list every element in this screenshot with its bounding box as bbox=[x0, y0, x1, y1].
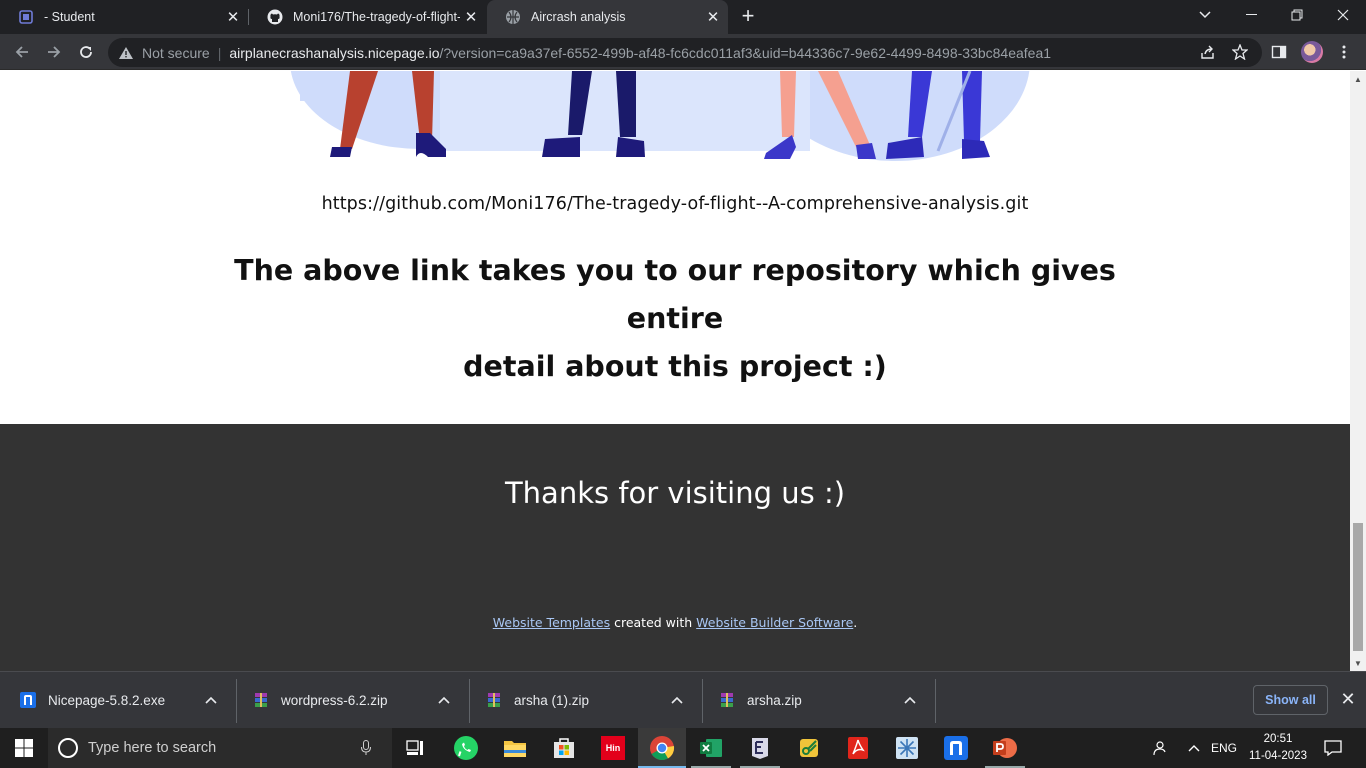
whatsapp-icon[interactable] bbox=[442, 728, 490, 768]
share-icon[interactable] bbox=[1196, 40, 1220, 64]
acrobat-icon[interactable] bbox=[834, 728, 882, 768]
globe-icon bbox=[505, 9, 521, 25]
divider bbox=[935, 679, 936, 723]
winrar-icon bbox=[255, 693, 267, 707]
people-illustration bbox=[290, 71, 1030, 161]
nicepage-icon bbox=[20, 692, 36, 708]
scrollbar-thumb[interactable] bbox=[1353, 523, 1363, 651]
scroll-down-arrow-icon[interactable]: ▼ bbox=[1350, 655, 1366, 671]
chevron-up-icon[interactable] bbox=[199, 696, 223, 704]
download-item[interactable]: arsha (1).zip bbox=[466, 672, 699, 728]
close-tab-icon[interactable]: ✕ bbox=[460, 6, 482, 28]
close-download-bar-icon[interactable]: ✕ bbox=[1336, 687, 1360, 711]
credits-period: . bbox=[853, 615, 858, 630]
powerpoint-icon[interactable] bbox=[981, 728, 1029, 768]
download-bar: Nicepage-5.8.2.exe wordpress-6.2.zip ars… bbox=[0, 671, 1366, 728]
notification-icon[interactable] bbox=[1318, 728, 1348, 768]
scroll-up-arrow-icon[interactable]: ▲ bbox=[1350, 71, 1366, 87]
tab-student[interactable]: - Student ✕ bbox=[0, 0, 248, 34]
download-filename: Nicepage-5.8.2.exe bbox=[48, 692, 166, 708]
download-filename: arsha.zip bbox=[747, 692, 802, 708]
repository-description-heading: The above link takes you to our reposito… bbox=[200, 247, 1150, 391]
microphone-icon[interactable] bbox=[356, 740, 376, 756]
search-placeholder: Type here to search bbox=[88, 740, 217, 756]
address-bar[interactable]: Not secure | airplanecrashanalysis.nicep… bbox=[108, 38, 1262, 67]
divider: | bbox=[217, 44, 222, 61]
tab-github[interactable]: Moni176/The-tragedy-of-flight-- ✕ bbox=[249, 0, 486, 34]
repository-link[interactable]: https://github.com/Moni176/The-tragedy-o… bbox=[0, 194, 1350, 214]
people-icon[interactable] bbox=[1146, 728, 1172, 768]
github-icon bbox=[267, 9, 283, 25]
side-panel-icon[interactable] bbox=[1267, 40, 1291, 64]
download-item[interactable]: Nicepage-5.8.2.exe bbox=[0, 672, 233, 728]
headline-line-2: detail about this project :) bbox=[463, 350, 887, 383]
language-indicator[interactable]: ENG bbox=[1206, 728, 1242, 768]
winrar-icon bbox=[488, 693, 500, 707]
hin-app-icon[interactable]: Hin bbox=[589, 728, 637, 768]
footer-credits: Website Templates created with Website B… bbox=[0, 615, 1350, 630]
url-path: /?version=ca9a37ef-6552-499b-af48-fc6cdc… bbox=[439, 44, 1052, 61]
chrome-icon[interactable] bbox=[638, 728, 686, 768]
download-filename: arsha (1).zip bbox=[514, 692, 590, 708]
headline-line-1: The above link takes you to our reposito… bbox=[234, 254, 1116, 335]
file-explorer-icon[interactable] bbox=[491, 728, 539, 768]
cortana-icon bbox=[58, 738, 78, 758]
security-label[interactable]: Not secure bbox=[142, 45, 210, 61]
windows-logo-icon bbox=[15, 739, 33, 757]
website-builder-link[interactable]: Website Builder Software bbox=[696, 615, 853, 630]
tab-title: Moni176/The-tragedy-of-flight-- bbox=[293, 10, 460, 24]
windows-taskbar: Type here to search Hin ENG 20:51 11-04-… bbox=[0, 728, 1366, 768]
tab-title: - Student bbox=[44, 10, 95, 24]
browser-toolbar: Not secure | airplanecrashanalysis.nicep… bbox=[0, 34, 1366, 70]
page-scrollbar[interactable]: ▲ ▼ bbox=[1350, 71, 1366, 671]
close-tab-icon[interactable]: ✕ bbox=[222, 6, 244, 28]
warning-icon[interactable] bbox=[118, 46, 134, 60]
show-all-downloads-button[interactable]: Show all bbox=[1253, 685, 1328, 715]
close-tab-icon[interactable]: ✕ bbox=[702, 6, 724, 28]
clock-time: 20:51 bbox=[1263, 733, 1293, 745]
thanks-message: Thanks for visiting us :) bbox=[504, 476, 846, 510]
page-content: https://github.com/Moni176/The-tragedy-o… bbox=[0, 71, 1350, 671]
tab-title: Aircrash analysis bbox=[531, 10, 626, 24]
restore-button[interactable] bbox=[1274, 0, 1320, 30]
windows-start-button[interactable] bbox=[0, 728, 48, 768]
back-button[interactable] bbox=[8, 38, 36, 66]
download-filename: wordpress-6.2.zip bbox=[281, 692, 388, 708]
snipping-tool-icon[interactable] bbox=[785, 728, 833, 768]
epic-app-icon[interactable] bbox=[736, 728, 784, 768]
chevron-up-icon[interactable] bbox=[1182, 728, 1206, 768]
snowflake-app-icon[interactable] bbox=[883, 728, 931, 768]
tab-aircrash-analysis[interactable]: Aircrash analysis ✕ bbox=[487, 0, 728, 34]
bookmark-star-icon[interactable] bbox=[1228, 40, 1252, 64]
website-templates-link[interactable]: Website Templates bbox=[493, 615, 610, 630]
chevron-up-icon[interactable] bbox=[665, 696, 689, 704]
tab-search-chevron-icon[interactable] bbox=[1182, 0, 1228, 30]
profile-avatar[interactable] bbox=[1301, 41, 1323, 63]
chevron-up-icon[interactable] bbox=[432, 696, 456, 704]
minimize-button[interactable] bbox=[1228, 0, 1274, 30]
url-host: airplanecrashanalysis.nicepage.io bbox=[229, 44, 440, 61]
teams-icon bbox=[18, 9, 34, 25]
microsoft-store-icon[interactable] bbox=[540, 728, 588, 768]
close-window-button[interactable] bbox=[1320, 0, 1366, 30]
site-footer: Thanks for visiting us :) Website Templa… bbox=[0, 424, 1350, 671]
taskbar-search-box[interactable]: Type here to search bbox=[48, 728, 392, 768]
taskbar-clock[interactable]: 20:51 11-04-2023 bbox=[1248, 731, 1308, 765]
tab-strip: - Student ✕ Moni176/The-tragedy-of-fligh… bbox=[0, 0, 1366, 34]
nicepage-taskbar-icon[interactable] bbox=[932, 728, 980, 768]
download-item[interactable]: wordpress-6.2.zip bbox=[233, 672, 466, 728]
forward-button[interactable] bbox=[40, 38, 68, 66]
excel-icon[interactable] bbox=[687, 728, 735, 768]
task-view-icon[interactable] bbox=[392, 728, 440, 768]
clock-date: 11-04-2023 bbox=[1249, 750, 1307, 762]
chevron-up-icon[interactable] bbox=[898, 696, 922, 704]
reload-button[interactable] bbox=[72, 38, 100, 66]
credits-text: created with bbox=[610, 615, 697, 630]
winrar-icon bbox=[721, 693, 733, 707]
download-item[interactable]: arsha.zip bbox=[699, 672, 932, 728]
menu-kebab-icon[interactable] bbox=[1332, 40, 1356, 64]
hin-app-label: Hin bbox=[601, 736, 625, 760]
new-tab-button[interactable]: + bbox=[736, 5, 760, 29]
